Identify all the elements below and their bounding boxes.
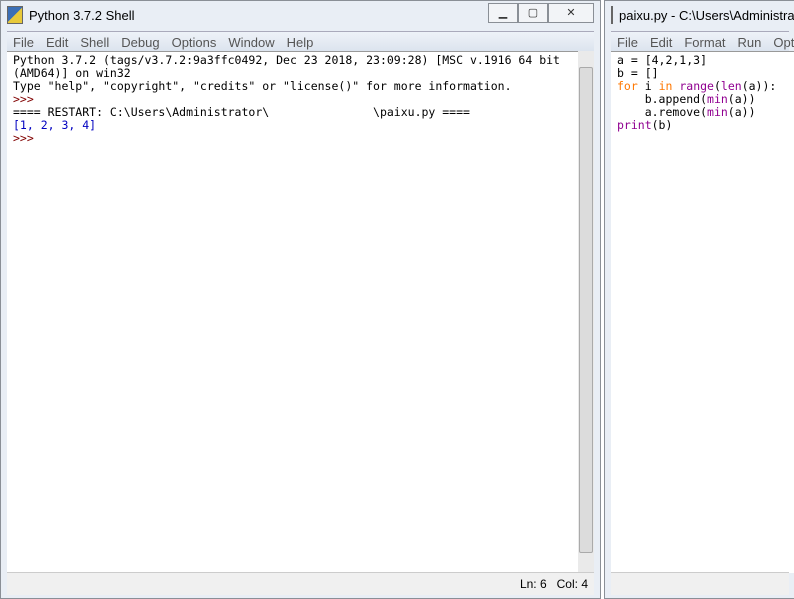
builtin: len: [720, 79, 742, 93]
maximize-button[interactable]: ▢: [518, 3, 548, 23]
menu-options[interactable]: Options: [166, 35, 223, 50]
menu-file[interactable]: File: [7, 35, 40, 50]
column-number: Col: 4: [556, 577, 588, 591]
editor-window: paixu.py - C:\Users\Administrator File E…: [604, 0, 794, 599]
builtin: min: [707, 92, 728, 106]
scrollbar-thumb[interactable]: [579, 67, 593, 553]
menu-run[interactable]: Run: [732, 35, 768, 50]
window-title: Python 3.7.2 Shell: [29, 7, 135, 23]
editor-title-bar[interactable]: paixu.py - C:\Users\Administrator: [605, 1, 794, 29]
builtin: range: [679, 79, 714, 93]
python-icon: [7, 6, 23, 24]
menu-format[interactable]: Format: [678, 35, 731, 50]
shell-window: Python 3.7.2 Shell ▁ ▢ ✕ File Edit Shell D…: [0, 0, 601, 599]
code-text: (: [713, 79, 721, 93]
code-line: print(b): [617, 119, 794, 132]
menu-edit[interactable]: Edit: [644, 35, 678, 50]
menu-help[interactable]: Help: [281, 35, 320, 50]
code-text: (a)):: [741, 79, 777, 93]
python-icon: [611, 6, 613, 24]
banner-line: Type "help", "copyright", "credits" or "…: [13, 79, 512, 93]
window-title: paixu.py - C:\Users\Administrator: [619, 7, 794, 23]
code-editor[interactable]: a = [4,2,1,3] b = [] for i in range(len(a)…: [611, 51, 794, 573]
restart-line: ==== RESTART: C:\Users\Administrator\ \p…: [13, 105, 470, 119]
minimize-button[interactable]: ▁: [488, 3, 518, 23]
shell-text-area[interactable]: Python 3.7.2 (tags/v3.7.2:9a3ffc0492, De…: [7, 51, 578, 573]
menu-edit[interactable]: Edit: [40, 35, 74, 50]
status-bar: Ln: 6 Col: 4: [7, 572, 594, 595]
code-text: (a)): [727, 105, 756, 119]
menu-bar: File Edit Shell Debug Options Window Hel…: [7, 31, 594, 52]
menu-shell[interactable]: Shell: [74, 35, 115, 50]
code-text: a.remove(: [644, 105, 708, 119]
menu-debug[interactable]: Debug: [115, 35, 165, 50]
menu-window[interactable]: Window: [222, 35, 280, 50]
vertical-scrollbar[interactable]: [578, 51, 594, 573]
code-text: (a)): [727, 92, 756, 106]
keyword: in: [658, 79, 673, 93]
code-text: i: [637, 79, 659, 93]
menu-bar: File Edit Format Run Options: [611, 31, 794, 52]
keyword: for: [617, 79, 638, 93]
menu-options[interactable]: Options: [767, 35, 794, 50]
menu-file[interactable]: File: [611, 35, 644, 50]
status-bar: [611, 572, 789, 595]
output-line: [1, 2, 3, 4]: [13, 118, 97, 132]
builtin: print: [617, 118, 652, 132]
code-text: (b): [651, 118, 673, 132]
builtin: min: [707, 105, 728, 119]
code-text: b.append(: [644, 92, 708, 106]
prompt: >>>: [13, 131, 34, 145]
close-button[interactable]: ✕: [548, 3, 594, 23]
line-number: Ln: 6: [519, 577, 547, 591]
